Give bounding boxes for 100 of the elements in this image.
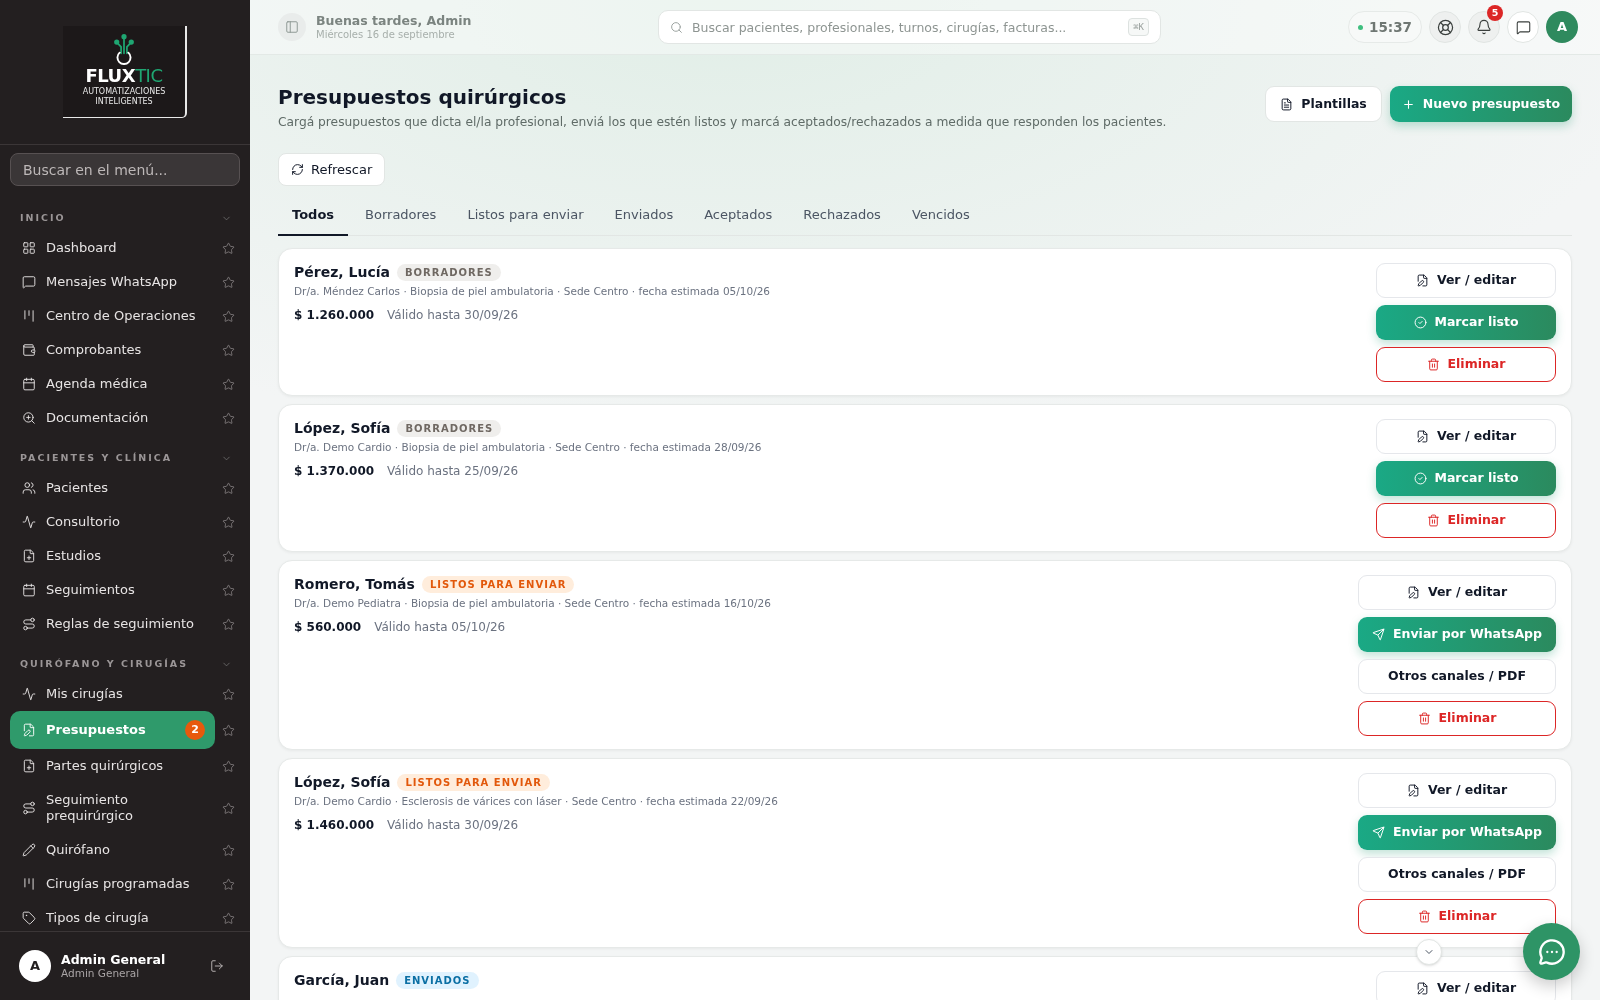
search-icon (670, 20, 683, 34)
edit-button[interactable]: Ver / editar (1376, 971, 1556, 1000)
star-icon[interactable] (222, 723, 235, 737)
refresh-button[interactable]: Refrescar (278, 153, 386, 186)
filter-tab[interactable]: Aceptados (690, 196, 787, 236)
logout-icon[interactable] (210, 959, 224, 973)
user-avatar: A (19, 950, 51, 982)
star-icon[interactable] (222, 377, 235, 391)
other-channels-button[interactable]: Otros canales / PDF (1358, 659, 1556, 694)
chat-bubble-icon (1515, 19, 1531, 35)
filter-tab[interactable]: Vencidos (897, 196, 984, 236)
help-button[interactable] (1429, 11, 1461, 43)
edit-button[interactable]: Ver / editar (1358, 773, 1556, 808)
chat-bubble-icon (22, 275, 36, 289)
sidebar-item[interactable]: Dashboard (10, 231, 215, 265)
star-icon[interactable] (222, 343, 235, 357)
sidebar-item[interactable]: Seguimiento prequirúrgico (10, 783, 215, 833)
section-heading: PACIENTES Y CLÍNICA (20, 450, 173, 465)
delete-button[interactable]: Eliminar (1358, 701, 1556, 736)
star-icon[interactable] (222, 911, 235, 925)
bell-icon (1476, 19, 1492, 35)
clock-text: 15:37 (1369, 17, 1412, 37)
delete-button[interactable]: Eliminar (1376, 347, 1556, 382)
filter-tab[interactable]: Rechazados (789, 196, 895, 236)
send-icon (1372, 826, 1385, 839)
user-avatar-button[interactable]: A (1546, 11, 1578, 43)
star-icon[interactable] (222, 549, 235, 563)
patient-name: López, Sofía (294, 773, 391, 791)
edit-button[interactable]: Ver / editar (1376, 419, 1556, 454)
sidebar-item[interactable]: Seguimientos (10, 573, 215, 607)
star-icon[interactable] (222, 759, 235, 773)
trash-icon (1426, 514, 1440, 527)
whatsapp-send-button[interactable]: Enviar por WhatsApp (1358, 815, 1556, 850)
date-text: Miércoles 16 de septiembre (316, 28, 456, 41)
sidebar-item[interactable]: Comprobantes (10, 333, 215, 367)
valid-until-text: Válido hasta 25/09/26 (387, 462, 519, 480)
filter-tab[interactable]: Enviados (600, 196, 688, 236)
shortcut-key: ⌘K (1128, 18, 1149, 36)
sidebar-item[interactable]: Tipos de cirugía (10, 901, 215, 931)
sidebar-item[interactable]: Cirugías programadas (10, 867, 215, 901)
sidebar-item[interactable]: Reglas de seguimiento (10, 607, 215, 641)
star-icon[interactable] (222, 515, 235, 529)
menu-search-field[interactable]: Buscar en el menú... (10, 153, 240, 186)
patient-name: Romero, Tomás (294, 575, 415, 593)
templates-button[interactable]: Plantillas (1265, 86, 1382, 122)
sidebar-item[interactable]: Partes quirúrgicos (10, 749, 215, 783)
sidebar-item[interactable]: Consultorio (10, 505, 215, 539)
new-budget-button[interactable]: Nuevo presupuesto (1389, 86, 1572, 122)
filter-tab[interactable]: Listos para enviar (453, 196, 598, 236)
notification-count: 5 (1487, 5, 1503, 21)
star-icon[interactable] (222, 617, 235, 631)
mark-ready-button[interactable]: Marcar listo (1376, 461, 1556, 496)
filter-tab[interactable]: Borradores (351, 196, 451, 236)
star-icon[interactable] (222, 411, 235, 425)
star-icon[interactable] (222, 275, 235, 289)
sidebar-item[interactable]: Estudios (10, 539, 215, 573)
page-title: Presupuestos quirúrgicos (278, 84, 568, 111)
budget-details: Dr/a. Méndez Carlos · Biopsia de piel ambulatoria · Sede Centro · fecha estimada 05/10/26 (294, 284, 771, 299)
patient-name: García, Juan (294, 971, 390, 989)
user-role: Admin General (61, 967, 141, 980)
user-name: Admin General (61, 952, 167, 967)
collapse-sidebar-button[interactable] (278, 13, 306, 41)
star-icon[interactable] (222, 583, 235, 597)
budget-details: Dr/a. Demo Pediatra · Biopsia de piel ambulatoria · Sede Centro · fecha estimada 16/10/26 (294, 596, 771, 611)
sidebar-item[interactable]: Agenda médica (10, 367, 215, 401)
star-icon[interactable] (222, 877, 235, 891)
valid-until-text: Válido hasta 30/09/26 (387, 306, 519, 324)
patient-name: López, Sofía (294, 419, 391, 437)
file-pen-icon (1415, 274, 1429, 287)
sidebar-item[interactable]: Quirófano (10, 833, 215, 867)
edit-button[interactable]: Ver / editar (1358, 575, 1556, 610)
edit-button[interactable]: Ver / editar (1376, 263, 1556, 298)
delete-button[interactable]: Eliminar (1358, 899, 1556, 934)
sidebar-item[interactable]: Centro de Operaciones (10, 299, 215, 333)
status-badge: LISTOS PARA ENVIAR (421, 575, 575, 593)
whatsapp-send-button[interactable]: Enviar por WhatsApp (1358, 617, 1556, 652)
star-icon[interactable] (222, 687, 235, 701)
sidebar-item[interactable]: Documentación (10, 401, 215, 435)
star-icon[interactable] (222, 241, 235, 255)
sidebar-item[interactable]: Pacientes (10, 471, 215, 505)
notifications-button[interactable] (1468, 11, 1500, 43)
refresh-icon (291, 163, 304, 176)
file-pen-icon (1415, 430, 1429, 443)
other-channels-button[interactable]: Otros canales / PDF (1358, 857, 1556, 892)
status-badge: BORRADORES (396, 263, 501, 281)
budget-details: Dr/a. Demo Cardio · Biopsia de piel ambulatoria · Sede Centro · fecha estimada 28/09/26 (294, 440, 762, 455)
mark-ready-button[interactable]: Marcar listo (1376, 305, 1556, 340)
trash-icon (1417, 712, 1431, 725)
delete-button[interactable]: Eliminar (1376, 503, 1556, 538)
filter-tab[interactable]: Todos (278, 196, 349, 236)
star-icon[interactable] (222, 309, 235, 323)
star-icon[interactable] (222, 801, 235, 815)
file-pen-icon (1406, 784, 1420, 797)
section-heading: QUIRÓFANO Y CIRUGÍAS (20, 656, 189, 671)
star-icon[interactable] (222, 481, 235, 495)
sidebar-item[interactable]: Mensajes WhatsApp (10, 265, 215, 299)
sidebar-item[interactable]: Presupuestos 2 (10, 711, 215, 749)
sidebar-item[interactable]: Mis cirugías (10, 677, 215, 711)
star-icon[interactable] (222, 843, 235, 857)
messages-button[interactable] (1507, 11, 1539, 43)
